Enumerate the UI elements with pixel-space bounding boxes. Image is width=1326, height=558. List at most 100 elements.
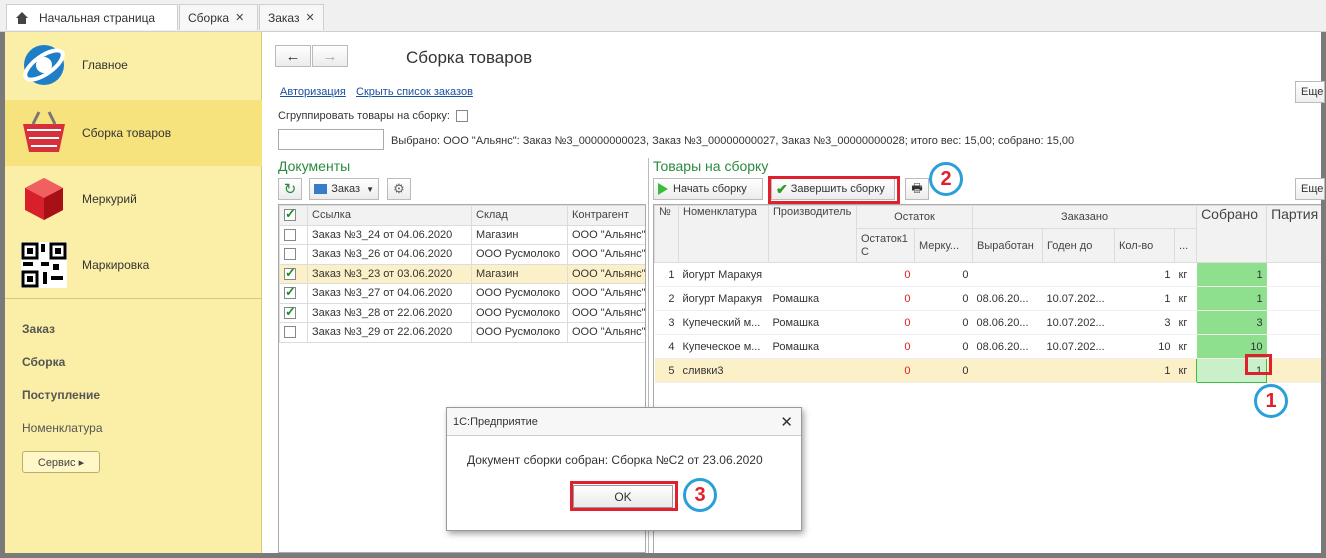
doc-ref: Заказ №3_23 от 03.06.2020 bbox=[307, 263, 472, 284]
column-header[interactable]: Годен до bbox=[1042, 228, 1116, 263]
table-row[interactable]: 2 йогурт Маракуя Ромашка 0 0 08.06.20...… bbox=[654, 286, 1321, 311]
collected-cell[interactable]: 1 bbox=[1196, 262, 1267, 287]
printer-icon: 🖶 bbox=[911, 180, 923, 195]
column-header[interactable]: Производитель bbox=[768, 205, 857, 263]
table-row[interactable]: Заказ №3_26 от 04.06.2020 ООО Русмолоко … bbox=[279, 244, 645, 265]
table-row[interactable]: Заказ №3_27 от 04.06.2020 ООО Русмолоко … bbox=[279, 283, 645, 304]
sidebar-item-assembly[interactable]: Сборка товаров bbox=[5, 100, 262, 166]
column-header[interactable]: Заказано bbox=[972, 205, 1198, 229]
service-button[interactable]: Сервис ▸ bbox=[22, 451, 100, 473]
column-header[interactable]: Выработан bbox=[972, 228, 1044, 263]
column-header[interactable]: Контрагент bbox=[567, 205, 645, 226]
tab-zakaz[interactable]: Заказ ✕ bbox=[259, 4, 324, 30]
arrow-left-icon: ← bbox=[285, 47, 301, 65]
tab-label: Начальная страница bbox=[39, 10, 156, 25]
sidebar-divider bbox=[5, 298, 262, 299]
table-row[interactable]: 3 Купеческий м... Ромашка 0 0 08.06.20..… bbox=[654, 310, 1321, 335]
column-header[interactable]: Ссылка bbox=[307, 205, 472, 226]
order-create-button[interactable]: Заказ ▼ bbox=[309, 178, 379, 200]
back-button[interactable]: ← bbox=[275, 45, 311, 67]
order-button-label: Заказ bbox=[331, 183, 361, 195]
select-all-checkbox[interactable] bbox=[279, 205, 308, 226]
row-checkbox[interactable] bbox=[284, 326, 296, 339]
globe-icon bbox=[23, 45, 65, 85]
sidebar-item-main[interactable]: Главное bbox=[5, 32, 262, 98]
close-icon[interactable]: ✕ bbox=[305, 11, 314, 24]
table-row[interactable]: 5 сливки3 0 0 1 кг 1 bbox=[654, 358, 1321, 383]
close-icon[interactable]: ✕ bbox=[235, 11, 244, 24]
doc-agent: ООО "Альянс" bbox=[567, 224, 645, 245]
doc-ref: Заказ №3_26 от 04.06.2020 bbox=[307, 244, 472, 265]
tab-label: Заказ bbox=[268, 10, 300, 25]
sidebar-item-mercury[interactable]: Меркурий bbox=[5, 166, 262, 232]
refresh-icon: ↻ bbox=[283, 181, 297, 198]
documents-title: Документы bbox=[278, 158, 351, 174]
group-row: Сгруппировать товары на сборку: bbox=[278, 110, 468, 122]
group-checkbox[interactable] bbox=[455, 110, 468, 122]
row-checkbox[interactable] bbox=[284, 304, 296, 320]
row-checkbox[interactable] bbox=[284, 265, 296, 281]
play-icon bbox=[658, 183, 668, 195]
hide-orders-link[interactable]: Скрыть список заказов bbox=[356, 86, 473, 98]
home-icon bbox=[15, 11, 29, 24]
table-row[interactable]: Заказ №3_23 от 03.06.2020 Магазин ООО "А… bbox=[279, 263, 645, 284]
table-row[interactable]: 1 йогурт Маракуя 0 0 1 кг 1 bbox=[654, 262, 1321, 287]
forward-button[interactable]: → bbox=[312, 45, 348, 67]
column-header[interactable]: Мерку... bbox=[913, 228, 974, 263]
row-checkbox[interactable] bbox=[284, 248, 296, 261]
print-button[interactable]: 🖶 bbox=[905, 178, 929, 200]
column-header[interactable]: Номенклатура bbox=[678, 205, 769, 263]
sidebar-item-label: Маркировка bbox=[82, 258, 150, 272]
goods-more-button[interactable]: Еще bbox=[1295, 178, 1325, 200]
close-icon[interactable]: ✕ bbox=[780, 413, 793, 431]
step-badge-2: 2 bbox=[929, 162, 963, 196]
collected-cell[interactable]: 1 bbox=[1196, 286, 1267, 311]
column-header[interactable]: № bbox=[654, 205, 679, 263]
row-checkbox[interactable] bbox=[284, 284, 296, 300]
sidebar-item-label: Сборка товаров bbox=[82, 126, 172, 140]
sidebar-item-marking[interactable]: Маркировка bbox=[5, 232, 262, 298]
sidebar-link-assembly[interactable]: Сборка bbox=[22, 355, 65, 369]
collected-cell[interactable]: 3 bbox=[1196, 310, 1267, 335]
row-checkbox[interactable] bbox=[284, 228, 296, 241]
qr-code-icon bbox=[21, 242, 67, 288]
table-row[interactable]: Заказ №3_28 от 22.06.2020 ООО Русмолоко … bbox=[279, 302, 645, 323]
settings-button[interactable]: ⚙ bbox=[387, 178, 411, 200]
sidebar-item-label: Главное bbox=[82, 58, 128, 72]
tab-bar: Начальная страница Сборка ✕ Заказ ✕ bbox=[0, 0, 1326, 32]
column-header[interactable]: Кол-во bbox=[1114, 228, 1176, 263]
column-header[interactable]: ... bbox=[1174, 228, 1198, 263]
doc-agent: ООО "Альянс" bbox=[567, 244, 645, 265]
cube-icon bbox=[25, 178, 63, 220]
sidebar: Главное Сборка товаров Меркурий Маркиров… bbox=[5, 32, 262, 553]
table-row[interactable]: Заказ №3_24 от 04.06.2020 Магазин ООО "А… bbox=[279, 224, 645, 245]
column-header[interactable]: Партия bbox=[1266, 205, 1321, 263]
column-header[interactable]: Остаток bbox=[855, 205, 974, 229]
doc-agent: ООО "Альянс" bbox=[567, 283, 645, 304]
table-row[interactable]: Заказ №3_29 от 22.06.2020 ООО Русмолоко … bbox=[279, 322, 645, 343]
filter-input[interactable] bbox=[278, 129, 384, 150]
selected-summary: Выбрано: ООО "Альянс": Заказ №3_00000000… bbox=[391, 135, 1075, 147]
column-header[interactable]: Собрано bbox=[1196, 205, 1268, 263]
dialog-message: Документ сборки собран: Сборка №С2 от 23… bbox=[467, 453, 763, 467]
doc-store: Магазин bbox=[471, 224, 568, 245]
table-row[interactable]: 4 Купеческое м... Ромашка 0 0 08.06.20..… bbox=[654, 334, 1321, 359]
step-badge-3: 3 bbox=[683, 478, 717, 512]
sidebar-link-nomenclature[interactable]: Номенклатура bbox=[22, 421, 103, 435]
start-assembly-button[interactable]: Начать сборку bbox=[653, 178, 763, 200]
sidebar-link-order[interactable]: Заказ bbox=[22, 322, 55, 336]
goods-title: Товары на сборку bbox=[653, 158, 769, 174]
column-header[interactable]: Склад bbox=[471, 205, 568, 226]
start-assembly-label: Начать сборку bbox=[673, 183, 747, 195]
basket-icon bbox=[23, 111, 65, 152]
tab-home[interactable]: Начальная страница bbox=[6, 4, 178, 30]
refresh-button[interactable]: ↻ bbox=[278, 178, 302, 200]
column-header[interactable]: Остаток1 С bbox=[856, 228, 915, 263]
sidebar-link-receipt[interactable]: Поступление bbox=[22, 388, 100, 402]
auth-link[interactable]: Авторизация bbox=[280, 86, 346, 98]
table-header: № Номенклатура Производитель Остаток Зак… bbox=[654, 205, 1321, 263]
more-button[interactable]: Еще bbox=[1295, 81, 1325, 103]
tab-sborka[interactable]: Сборка ✕ bbox=[179, 4, 258, 30]
dialog-title: 1С:Предприятие bbox=[453, 415, 538, 428]
doc-ref: Заказ №3_29 от 22.06.2020 bbox=[307, 322, 472, 343]
